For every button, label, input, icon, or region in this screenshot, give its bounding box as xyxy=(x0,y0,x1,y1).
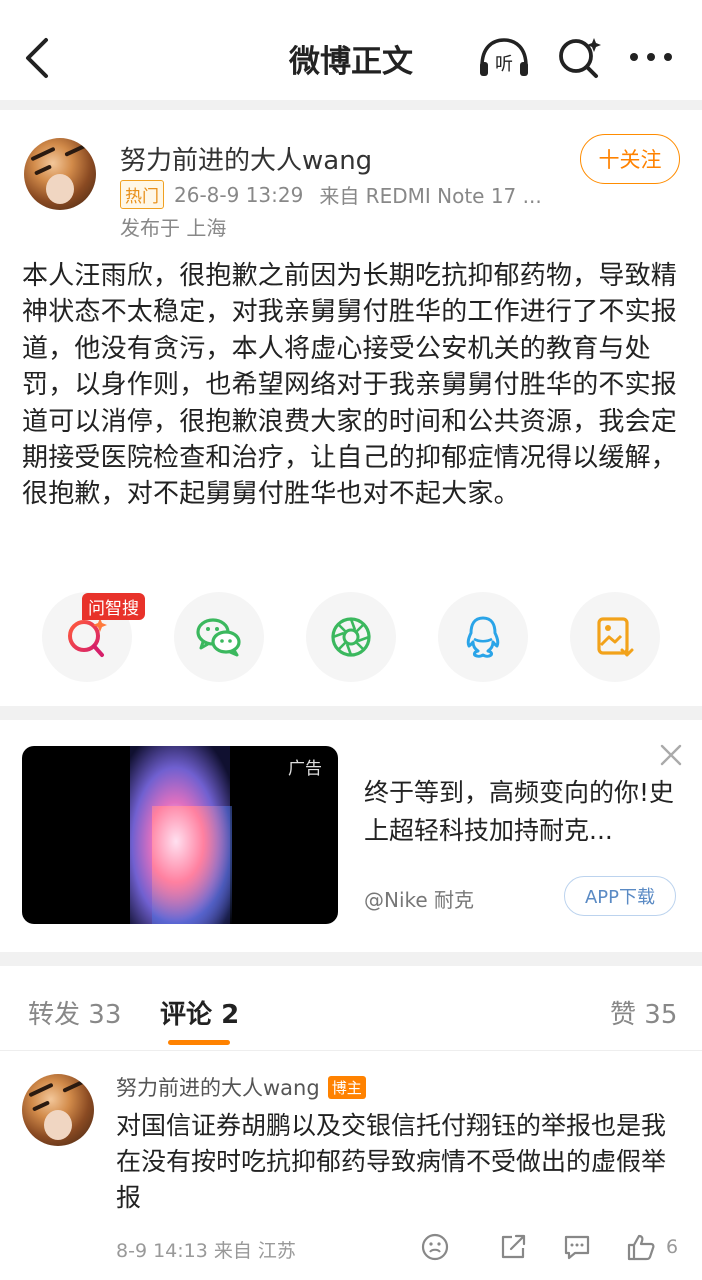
wechat-icon xyxy=(195,615,243,659)
qq-icon xyxy=(463,614,503,660)
emoji-icon[interactable] xyxy=(420,1232,450,1262)
like-icon[interactable] xyxy=(626,1232,656,1262)
follow-button[interactable]: 十关注 xyxy=(580,134,680,184)
active-tab-indicator xyxy=(168,1040,230,1045)
post-source: 来自 REDMI Note 17 ... xyxy=(319,184,542,208)
post-location: 发布于 上海 xyxy=(120,216,227,240)
qq-share-button[interactable] xyxy=(438,592,528,682)
comment-avatar[interactable] xyxy=(22,1074,94,1146)
tab-likes[interactable]: 赞 35 xyxy=(610,994,677,1031)
post-time: 26-8-9 13:29 xyxy=(174,182,304,207)
wenzhisou-icon xyxy=(64,614,110,660)
post-meta: 热门 26-8-9 13:29 来自 REDMI Note 17 ... xyxy=(120,180,549,209)
reply-icon[interactable] xyxy=(562,1232,592,1262)
author-badge: 博主 xyxy=(327,1075,366,1099)
post-author-name[interactable]: 努力前进的大人wang xyxy=(120,140,372,177)
divider xyxy=(0,100,702,110)
wenzhisou-tag: 问智搜 xyxy=(82,593,145,620)
wechat-share-button[interactable] xyxy=(174,592,264,682)
avatar[interactable] xyxy=(24,138,96,210)
app-download-button[interactable]: APP下载 xyxy=(564,876,676,916)
more-icon[interactable] xyxy=(628,44,674,70)
search-icon[interactable] xyxy=(556,34,604,80)
tab-comments-label: 评论 xyxy=(160,1000,213,1030)
post-body: 本人汪雨欣，很抱歉之前因为长期吃抗抑郁药物，导致精神状态不太稳定，对我亲舅舅付胜… xyxy=(22,261,678,510)
tab-likes-count: 35 xyxy=(644,1000,678,1030)
tab-comments[interactable]: 评论 2 xyxy=(160,994,239,1031)
divider xyxy=(0,952,702,966)
divider xyxy=(0,1050,702,1051)
comment-author[interactable]: 努力前进的大人wang 博主 xyxy=(116,1072,366,1102)
listen-icon-label: 听 xyxy=(495,54,513,75)
tab-repost-count: 33 xyxy=(88,1000,122,1030)
hot-badge: 热门 xyxy=(120,180,164,209)
comment-like-count: 6 xyxy=(666,1236,679,1258)
save-image-button[interactable] xyxy=(570,592,660,682)
moments-share-button[interactable] xyxy=(306,592,396,682)
tab-repost-label: 转发 xyxy=(28,1000,81,1030)
divider xyxy=(0,706,702,720)
ad-advertiser[interactable]: @Nike 耐克 xyxy=(364,884,474,913)
comment-meta: 8-9 14:13 来自 江苏 xyxy=(116,1240,296,1262)
moments-icon xyxy=(329,615,373,659)
comment-text: 对国信证券胡鹏以及交银信托付翔钰的举报也是我在没有按时吃抗抑郁药导致病情不受做出… xyxy=(116,1111,667,1212)
ad-title[interactable]: 终于等到，高频变向的你!史上超轻科技加持耐克... xyxy=(364,774,680,850)
close-icon[interactable] xyxy=(656,740,686,770)
tab-likes-label: 赞 xyxy=(610,1000,637,1030)
ad-label: 广告 xyxy=(288,759,322,779)
top-bar: 微博正文 听 xyxy=(0,0,702,100)
listen-icon[interactable]: 听 xyxy=(476,36,532,80)
tab-comments-count: 2 xyxy=(221,1000,240,1030)
share-icon[interactable] xyxy=(498,1232,528,1262)
tab-repost[interactable]: 转发 33 xyxy=(28,994,121,1031)
comment-author-name: 努力前进的大人wang xyxy=(116,1076,320,1100)
save-image-icon xyxy=(595,615,635,659)
